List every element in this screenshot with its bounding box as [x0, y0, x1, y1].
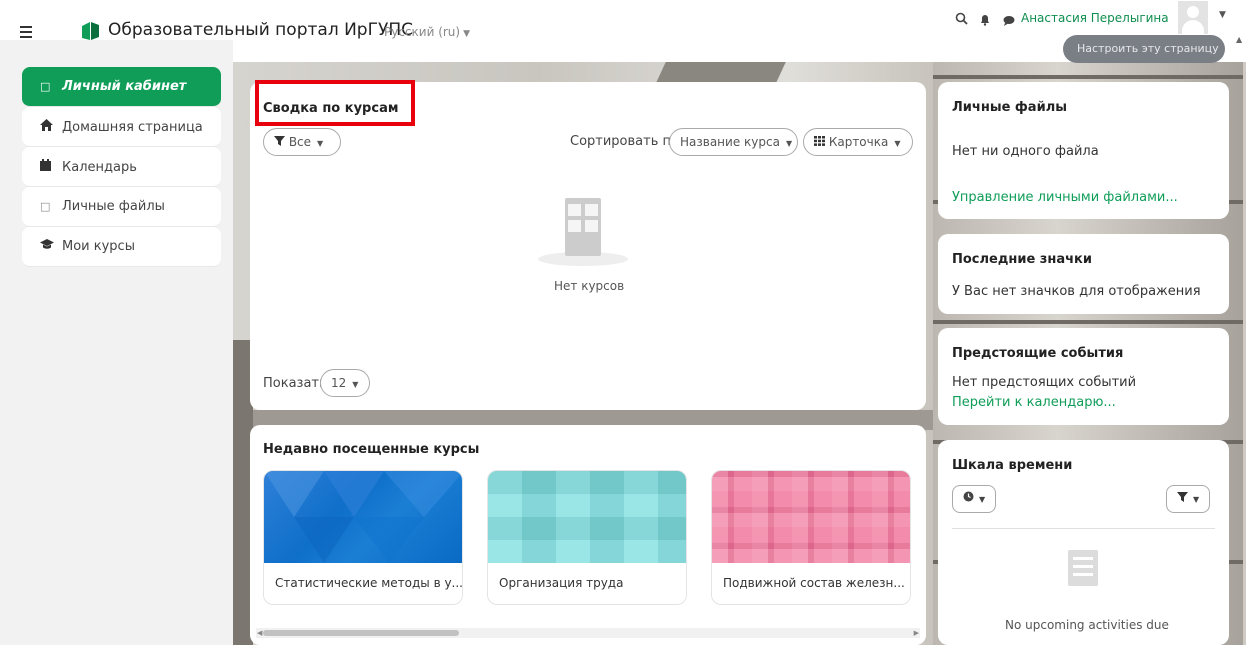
course-name: Подвижной состав железн... — [723, 576, 905, 590]
course-name: Статистические методы в у... — [275, 576, 463, 590]
bell-icon[interactable] — [977, 12, 993, 28]
scroll-up-arrow-icon[interactable]: ▲ — [1236, 35, 1242, 44]
filter-icon — [1177, 491, 1188, 505]
customize-page-button[interactable]: Настроить эту страницу — [1063, 35, 1225, 63]
chevron-down-icon: ▼ — [352, 380, 359, 389]
list-icon — [1068, 550, 1098, 586]
chat-icon[interactable] — [1001, 12, 1017, 28]
scroll-left-arrow-icon[interactable]: ◀ — [257, 629, 262, 637]
sidebar-item-label: Календарь — [62, 160, 137, 175]
filter-icon — [274, 135, 285, 149]
course-name: Организация труда — [499, 576, 624, 590]
sort-dropdown[interactable]: Название курса ▼ — [669, 128, 798, 156]
course-image — [488, 471, 686, 563]
show-label: Показать — [263, 376, 327, 391]
sidebar-item-label: Личный кабинет — [62, 79, 187, 94]
divider — [952, 528, 1215, 529]
course-card[interactable]: Подвижной состав железн... — [711, 470, 911, 605]
sidebar-item-my-courses[interactable]: Мои курсы — [22, 227, 221, 267]
course-overview-block: Сводка по курсам Все ▼ Сортировать по Наз… — [250, 82, 926, 410]
latest-badges-block: Последние значки У Вас нет значков для о… — [938, 234, 1229, 314]
timeline-block: Шкала времени ▼ ▼ No upcoming activities… — [938, 440, 1229, 645]
course-image — [712, 471, 910, 563]
site-logo[interactable] — [80, 22, 102, 42]
empty-message: Нет предстоящих событий — [952, 375, 1137, 390]
user-name[interactable]: Анастасия Перелыгина — [1021, 11, 1169, 25]
block-title: Недавно посещенные курсы — [263, 442, 480, 457]
recent-courses-block: Недавно посещенные курсы Статистические … — [250, 425, 926, 645]
page-size-value: 12 — [331, 376, 347, 390]
sidebar-item-label: Личные файлы — [62, 199, 165, 214]
chevron-down-icon: ▼ — [785, 139, 793, 148]
home-icon — [40, 119, 58, 134]
avatar[interactable] — [1178, 1, 1208, 34]
search-icon[interactable] — [953, 10, 969, 26]
grid-icon — [814, 135, 825, 149]
empty-message: Нет курсов — [554, 279, 625, 293]
upcoming-events-block: Предстоящие события Нет предстоящих собы… — [938, 328, 1229, 425]
sidebar-item-calendar[interactable]: Календарь — [22, 147, 221, 187]
course-filter-dropdown[interactable]: Все ▼ — [263, 128, 341, 156]
chevron-down-icon: ▼ — [894, 139, 901, 148]
chevron-down-icon: ▼ — [317, 139, 324, 148]
file-icon: □ — [40, 200, 51, 213]
view-value: Карточка — [828, 135, 889, 149]
manage-files-link[interactable]: Управление личными файлами... — [952, 190, 1178, 205]
chevron-down-icon[interactable]: ▼ — [1219, 10, 1226, 20]
chevron-down-icon: ▼ — [1193, 495, 1200, 504]
chevron-down-icon: ▼ — [979, 495, 986, 504]
sidebar-item-home[interactable]: Домашняя страница — [22, 107, 221, 147]
calendar-icon — [40, 159, 58, 174]
no-courses-illustration-icon — [538, 192, 628, 272]
sidebar-item-private-files[interactable]: □ Личные файлы — [22, 187, 221, 227]
course-image — [264, 471, 462, 563]
private-files-block: Личные файлы Нет ни одного файла Управле… — [938, 82, 1229, 219]
horizontal-scrollbar[interactable]: ◀ ▶ — [256, 628, 920, 638]
course-card[interactable]: Организация труда — [487, 470, 687, 605]
scrollbar-thumb[interactable] — [263, 630, 459, 636]
sidebar-item-label: Домашняя страница — [62, 120, 203, 135]
dashboard-icon: □ — [40, 80, 51, 93]
site-title[interactable]: Образовательный портал ИрГУПС — [108, 20, 413, 40]
clock-icon — [963, 491, 974, 505]
block-title: Предстоящие события — [952, 346, 1124, 361]
calendar-link[interactable]: Перейти к календарю... — [952, 395, 1116, 410]
language-selector[interactable]: Русский (ru) ▼ — [384, 25, 470, 39]
view-dropdown[interactable]: Карточка ▼ — [803, 128, 913, 156]
highlight-box — [255, 80, 415, 126]
sort-label: Сортировать по — [570, 134, 679, 149]
block-title: Шкала времени — [952, 458, 1073, 473]
scroll-right-arrow-icon[interactable]: ▶ — [914, 629, 919, 637]
timeline-date-filter-button[interactable]: ▼ — [952, 485, 997, 513]
empty-message: No upcoming activities due — [1005, 618, 1169, 632]
page-size-dropdown[interactable]: 12 ▼ — [320, 369, 370, 397]
timeline-sort-filter-button[interactable]: ▼ — [1166, 485, 1211, 513]
graduation-cap-icon — [40, 239, 58, 253]
chevron-down-icon: ▼ — [463, 29, 471, 39]
empty-message: У Вас нет значков для отображения — [952, 284, 1201, 299]
sidebar-item-label: Мои курсы — [62, 239, 135, 254]
block-title: Последние значки — [952, 252, 1092, 267]
filter-label: Все — [288, 135, 312, 149]
sidebar-item-dashboard[interactable]: □ Личный кабинет — [22, 67, 221, 107]
language-label: Русский (ru) — [384, 25, 461, 39]
sort-value: Название курса — [680, 135, 780, 149]
course-card[interactable]: Статистические методы в у... — [263, 470, 463, 605]
empty-message: Нет ни одного файла — [952, 144, 1099, 159]
block-title: Личные файлы — [952, 100, 1067, 115]
